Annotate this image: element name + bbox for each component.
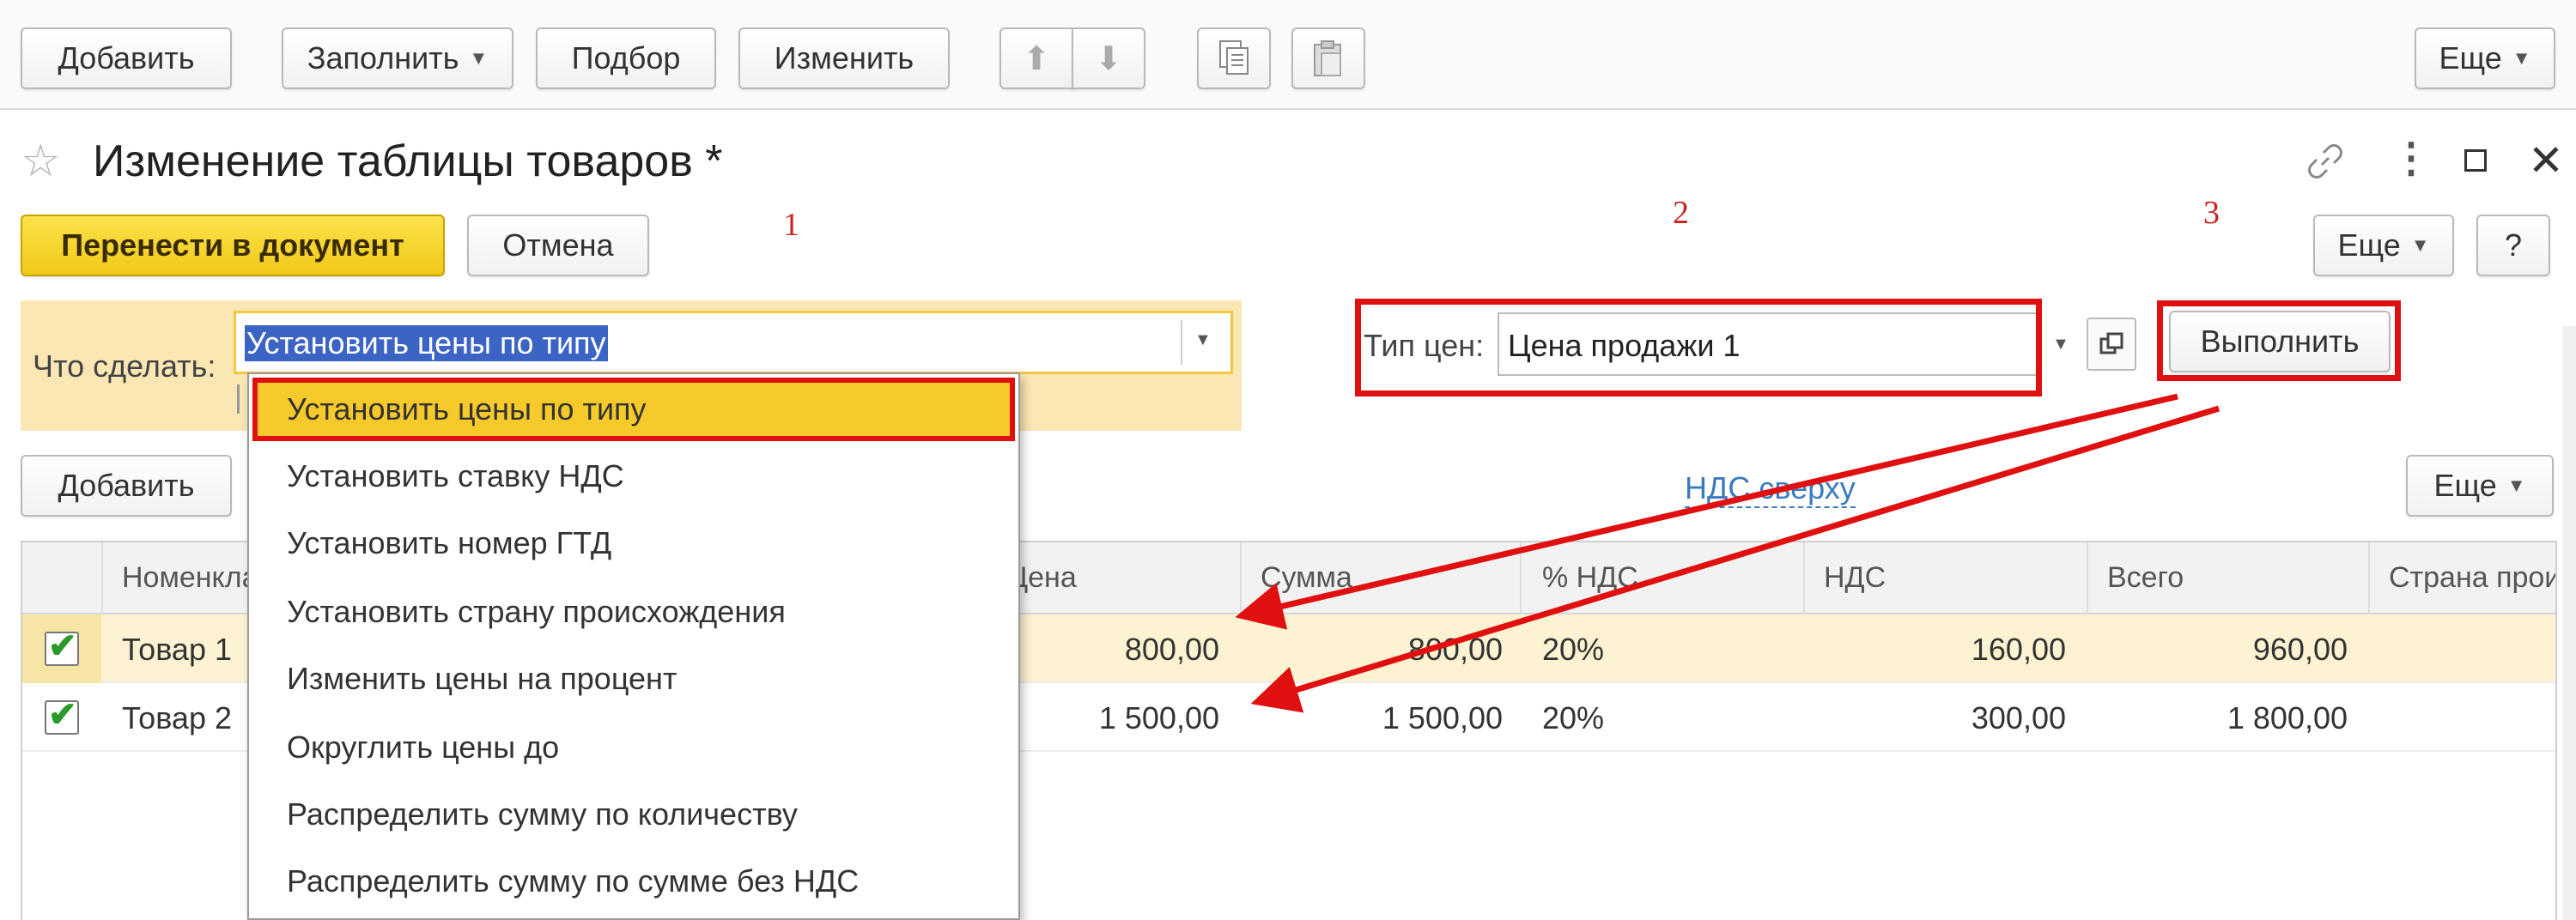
annotation-arrows [1235,393,2221,713]
annotation-arrow [1250,405,2221,713]
annotation-arrow [1235,393,2178,630]
